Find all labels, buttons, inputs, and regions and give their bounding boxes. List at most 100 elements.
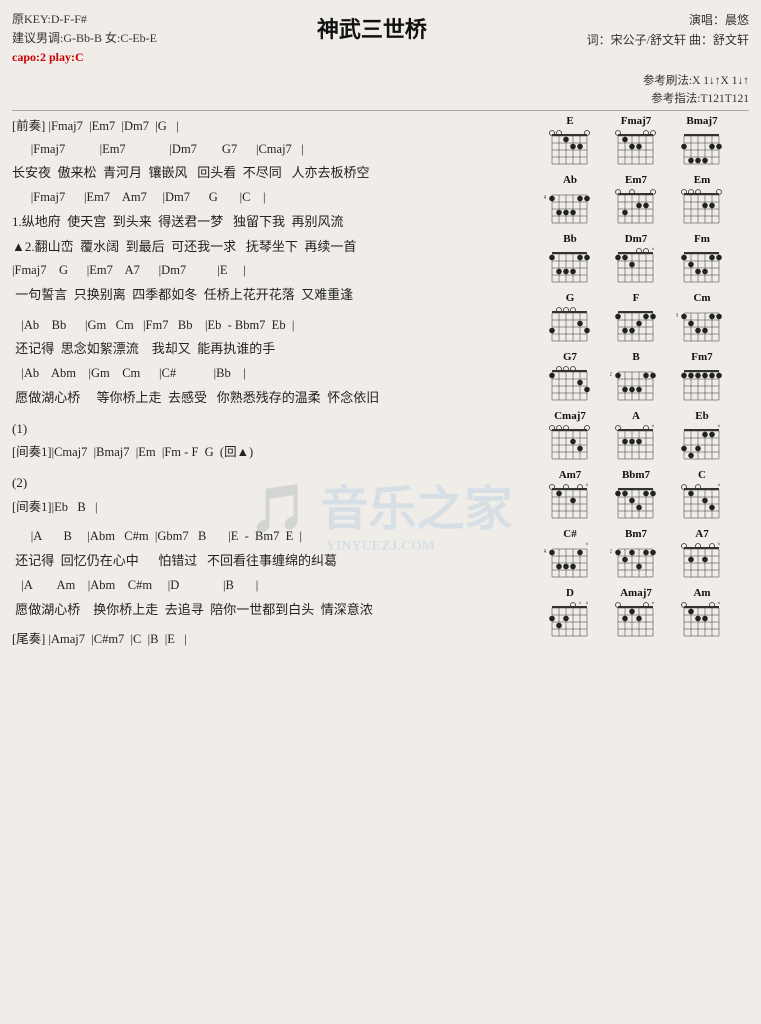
chord-diagram-e: E bbox=[539, 115, 601, 168]
chord-diagram-d: D×× bbox=[539, 587, 601, 640]
chord-svg bbox=[610, 482, 663, 522]
svg-text:×: × bbox=[651, 247, 654, 253]
outro-chord: [尾奏] |Amaj7 |C#m7 |C |B |E | bbox=[12, 628, 531, 652]
v1-lyric2b: ▲2.翻山峦 覆水阔 到最后 可还我一求 抚琴坐下 再续一首 bbox=[12, 235, 531, 260]
ch1-chord1: |Ab Bb |Gm Cm |Fm7 Bb |Eb - Bbm7 Eb | bbox=[12, 314, 531, 338]
chord-name: B bbox=[632, 351, 639, 363]
lyrics-section: [前奏] |Fmaj7 |Em7 |Dm7 |G | |Fmaj7 |Em7 |… bbox=[12, 115, 531, 653]
chord-name: D bbox=[566, 587, 574, 599]
chord-svg: × bbox=[676, 600, 729, 640]
chord-name: Em7 bbox=[625, 174, 647, 186]
chord-name: Am bbox=[693, 587, 710, 599]
chord-diagram-cmaj7: Cmaj7 bbox=[539, 410, 601, 463]
chord-diagram-amaj7: Amaj7× bbox=[605, 587, 667, 640]
chord-svg: ×× bbox=[544, 600, 597, 640]
ch1-chord2: |Ab Abm |Gm Cm |C# |Bb | bbox=[12, 362, 531, 386]
chord-diagram-bmaj7: Bmaj7 bbox=[671, 115, 733, 168]
chord-diagram-g: G bbox=[539, 292, 601, 345]
chord-svg: × bbox=[610, 600, 663, 640]
svg-text:4: 4 bbox=[544, 549, 546, 555]
v2-lyric2: 愿做湖心桥 换你桥上走 去追寻 陪你一世都到白头 情深意浓 bbox=[12, 598, 531, 623]
header-right: 演唱：晨悠 词：宋公子/舒文轩 曲：舒文轩 bbox=[587, 10, 749, 51]
v1-chord1: |Fmaj7 |Em7 |Dm7 G7 |Cmaj7 | bbox=[12, 138, 531, 162]
ch1-lyric2: 愿做湖心桥 等你桥上走 去感受 你熟悉残存的温柔 怀念依旧 bbox=[12, 386, 531, 411]
chord-name: Am7 bbox=[559, 469, 582, 481]
chord-name: Amaj7 bbox=[620, 587, 652, 599]
chord-diagram-f: F bbox=[605, 292, 667, 345]
chord-name: F bbox=[633, 292, 640, 304]
chord-svg: 2 bbox=[610, 541, 663, 581]
svg-text:2: 2 bbox=[610, 549, 612, 555]
prelude-line: [前奏] |Fmaj7 |Em7 |Dm7 |G | bbox=[12, 115, 531, 138]
chord-name: Dm7 bbox=[625, 233, 648, 245]
chord-name: A7 bbox=[695, 528, 708, 540]
chord-svg: × bbox=[610, 423, 663, 463]
chord-svg bbox=[544, 423, 597, 463]
v2-lyric1: 还记得 回忆仍在心中 怕错过 不回看往事缠绵的纠葛 bbox=[12, 549, 531, 574]
chord-name: Fmaj7 bbox=[621, 115, 652, 127]
song-title: 神武三世桥 bbox=[157, 10, 587, 44]
chord-svg bbox=[544, 305, 597, 345]
chord-diagram-fm7: Fm7 bbox=[671, 351, 733, 404]
chord-name: C# bbox=[563, 528, 576, 540]
chord-diagrams: EFmaj7Bmaj7Ab4Em7EmBbDm7×FmGFCm3G7B2Fm7C… bbox=[539, 115, 749, 640]
chord-diagram-a7: A7 × bbox=[671, 528, 733, 581]
svg-text:4: 4 bbox=[544, 195, 546, 201]
chord-name: Bmaj7 bbox=[686, 115, 717, 127]
interlude2-label: (2) bbox=[12, 471, 531, 496]
chord-svg bbox=[544, 128, 597, 168]
chord-diagram-bb: Bb bbox=[539, 233, 601, 286]
chord-svg bbox=[676, 364, 729, 404]
v1-lyric3: 一句誓言 只换别离 四季都如冬 任桥上花开花落 又难重逢 bbox=[12, 283, 531, 308]
chord-diagram-am: Am × bbox=[671, 587, 733, 640]
chord-svg: 4× bbox=[544, 541, 597, 581]
svg-text:×: × bbox=[651, 424, 654, 430]
chord-svg bbox=[544, 246, 597, 286]
chord-svg: × bbox=[676, 482, 729, 522]
chord-diagram-fmaj7: Fmaj7 bbox=[605, 115, 667, 168]
ref-stroke: 参考刷法:X 1↓↑X 1↓↑ bbox=[12, 72, 749, 88]
chord-svg: 3 bbox=[676, 305, 729, 345]
chord-diagram-g7: G7 bbox=[539, 351, 601, 404]
chord-svg bbox=[610, 128, 663, 168]
v1-chord3: |Fmaj7 G |Em7 A7 |Dm7 |E | bbox=[12, 259, 531, 283]
svg-text:×: × bbox=[578, 601, 581, 607]
chord-name: C bbox=[698, 469, 706, 481]
chord-diagram-em: Em bbox=[671, 174, 733, 227]
v2-chord1: |A B |Abm C#m |Gbm7 B |E - Bm7 E | bbox=[12, 525, 531, 549]
chord-diagram-dm7: Dm7× bbox=[605, 233, 667, 286]
svg-text:2: 2 bbox=[610, 372, 612, 378]
chord-name: Eb bbox=[695, 410, 708, 422]
chord-section: EFmaj7Bmaj7Ab4Em7EmBbDm7×FmGFCm3G7B2Fm7C… bbox=[539, 115, 749, 653]
original-key: 原KEY:D-F-F# bbox=[12, 10, 157, 29]
chord-svg: 4 bbox=[544, 187, 597, 227]
chord-svg: × bbox=[676, 541, 729, 581]
v1-chord2: |Fmaj7 |Em7 Am7 |Dm7 G |C | bbox=[12, 186, 531, 210]
chord-name: G7 bbox=[563, 351, 577, 363]
chord-svg bbox=[610, 187, 663, 227]
chord-diagram-cm: Cm3 bbox=[671, 292, 733, 345]
chord-svg bbox=[544, 364, 597, 404]
suggested-key: 建议男调:G-Bb-B 女:C-Eb-E bbox=[12, 29, 157, 48]
chord-name: G bbox=[566, 292, 575, 304]
header-left: 原KEY:D-F-F# 建议男调:G-Bb-B 女:C-Eb-E capo:2 … bbox=[12, 10, 157, 68]
chord-diagram-b: B2 bbox=[605, 351, 667, 404]
chord-diagram-ab: Ab4 bbox=[539, 174, 601, 227]
chord-svg: × bbox=[544, 482, 597, 522]
svg-text:×: × bbox=[717, 542, 720, 548]
svg-text:×: × bbox=[717, 601, 720, 607]
svg-text:×: × bbox=[717, 424, 720, 430]
chord-svg bbox=[676, 128, 729, 168]
chord-diagram-c: C× bbox=[671, 469, 733, 522]
chord-name: Cmaj7 bbox=[554, 410, 586, 422]
chord-diagram-a: A× bbox=[605, 410, 667, 463]
chord-name: Bbm7 bbox=[622, 469, 650, 481]
page: 🎵 音乐之家 YINYUEZJ.COM 原KEY:D-F-F# 建议男调:G-B… bbox=[0, 0, 761, 1024]
svg-text:×: × bbox=[585, 542, 588, 548]
divider bbox=[12, 110, 749, 111]
main-content: [前奏] |Fmaj7 |Em7 |Dm7 |G | |Fmaj7 |Em7 |… bbox=[12, 115, 749, 653]
chord-name: Bb bbox=[563, 233, 576, 245]
capo-info: capo:2 play:C bbox=[12, 48, 157, 67]
chord-diagram-csharp: C#4× bbox=[539, 528, 601, 581]
chord-diagram-bbm7: Bbm7 bbox=[605, 469, 667, 522]
